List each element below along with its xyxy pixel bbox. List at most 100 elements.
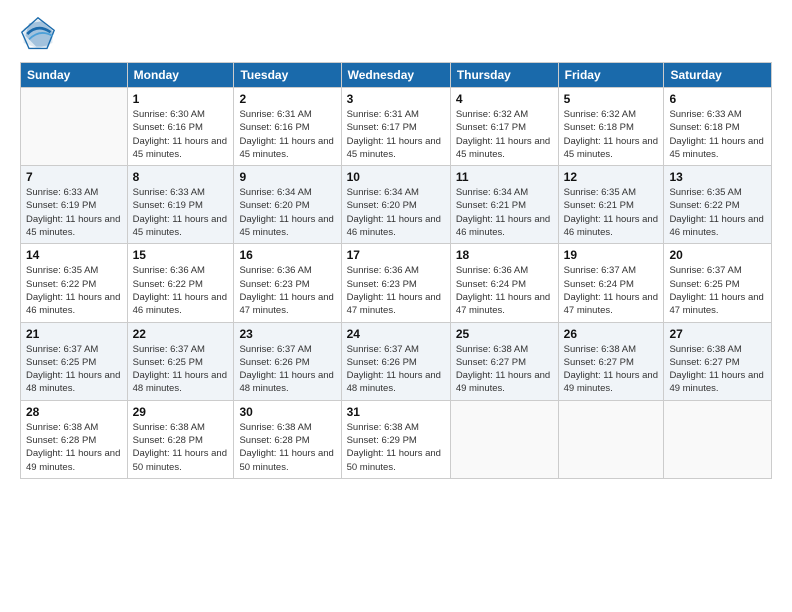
day-number: 14 xyxy=(26,248,122,262)
day-number: 18 xyxy=(456,248,553,262)
day-detail: Sunrise: 6:38 AMSunset: 6:27 PMDaylight:… xyxy=(564,343,659,396)
calendar-cell: 14 Sunrise: 6:35 AMSunset: 6:22 PMDaylig… xyxy=(21,244,128,322)
day-number: 7 xyxy=(26,170,122,184)
day-number: 30 xyxy=(239,405,335,419)
day-detail: Sunrise: 6:38 AMSunset: 6:28 PMDaylight:… xyxy=(239,421,335,474)
logo xyxy=(20,16,60,52)
calendar-cell: 23 Sunrise: 6:37 AMSunset: 6:26 PMDaylig… xyxy=(234,322,341,400)
day-number: 11 xyxy=(456,170,553,184)
day-detail: Sunrise: 6:33 AMSunset: 6:18 PMDaylight:… xyxy=(669,108,766,161)
day-number: 26 xyxy=(564,327,659,341)
day-number: 9 xyxy=(239,170,335,184)
calendar-week-row: 28 Sunrise: 6:38 AMSunset: 6:28 PMDaylig… xyxy=(21,400,772,478)
header xyxy=(20,16,772,52)
day-number: 31 xyxy=(347,405,445,419)
calendar-cell: 5 Sunrise: 6:32 AMSunset: 6:18 PMDayligh… xyxy=(558,88,664,166)
day-number: 29 xyxy=(133,405,229,419)
day-detail: Sunrise: 6:37 AMSunset: 6:25 PMDaylight:… xyxy=(669,264,766,317)
calendar-cell: 27 Sunrise: 6:38 AMSunset: 6:27 PMDaylig… xyxy=(664,322,772,400)
calendar-cell: 18 Sunrise: 6:36 AMSunset: 6:24 PMDaylig… xyxy=(450,244,558,322)
day-detail: Sunrise: 6:36 AMSunset: 6:23 PMDaylight:… xyxy=(347,264,445,317)
calendar-cell: 15 Sunrise: 6:36 AMSunset: 6:22 PMDaylig… xyxy=(127,244,234,322)
day-header-friday: Friday xyxy=(558,63,664,88)
calendar-cell: 3 Sunrise: 6:31 AMSunset: 6:17 PMDayligh… xyxy=(341,88,450,166)
calendar-cell xyxy=(450,400,558,478)
day-number: 19 xyxy=(564,248,659,262)
day-number: 27 xyxy=(669,327,766,341)
day-detail: Sunrise: 6:36 AMSunset: 6:24 PMDaylight:… xyxy=(456,264,553,317)
day-detail: Sunrise: 6:35 AMSunset: 6:22 PMDaylight:… xyxy=(669,186,766,239)
day-detail: Sunrise: 6:38 AMSunset: 6:28 PMDaylight:… xyxy=(26,421,122,474)
calendar-week-row: 7 Sunrise: 6:33 AMSunset: 6:19 PMDayligh… xyxy=(21,166,772,244)
calendar-cell xyxy=(21,88,128,166)
day-number: 12 xyxy=(564,170,659,184)
calendar-cell: 1 Sunrise: 6:30 AMSunset: 6:16 PMDayligh… xyxy=(127,88,234,166)
calendar-week-row: 1 Sunrise: 6:30 AMSunset: 6:16 PMDayligh… xyxy=(21,88,772,166)
calendar-cell: 9 Sunrise: 6:34 AMSunset: 6:20 PMDayligh… xyxy=(234,166,341,244)
day-number: 8 xyxy=(133,170,229,184)
calendar-cell: 25 Sunrise: 6:38 AMSunset: 6:27 PMDaylig… xyxy=(450,322,558,400)
day-number: 25 xyxy=(456,327,553,341)
day-number: 17 xyxy=(347,248,445,262)
day-detail: Sunrise: 6:34 AMSunset: 6:21 PMDaylight:… xyxy=(456,186,553,239)
calendar: SundayMondayTuesdayWednesdayThursdayFrid… xyxy=(20,62,772,479)
day-number: 5 xyxy=(564,92,659,106)
day-number: 2 xyxy=(239,92,335,106)
day-detail: Sunrise: 6:37 AMSunset: 6:26 PMDaylight:… xyxy=(239,343,335,396)
day-header-thursday: Thursday xyxy=(450,63,558,88)
calendar-cell: 26 Sunrise: 6:38 AMSunset: 6:27 PMDaylig… xyxy=(558,322,664,400)
day-detail: Sunrise: 6:31 AMSunset: 6:16 PMDaylight:… xyxy=(239,108,335,161)
day-header-monday: Monday xyxy=(127,63,234,88)
day-detail: Sunrise: 6:33 AMSunset: 6:19 PMDaylight:… xyxy=(26,186,122,239)
day-number: 6 xyxy=(669,92,766,106)
day-detail: Sunrise: 6:36 AMSunset: 6:23 PMDaylight:… xyxy=(239,264,335,317)
calendar-cell: 19 Sunrise: 6:37 AMSunset: 6:24 PMDaylig… xyxy=(558,244,664,322)
day-detail: Sunrise: 6:32 AMSunset: 6:18 PMDaylight:… xyxy=(564,108,659,161)
day-number: 20 xyxy=(669,248,766,262)
day-header-wednesday: Wednesday xyxy=(341,63,450,88)
calendar-cell xyxy=(558,400,664,478)
day-detail: Sunrise: 6:37 AMSunset: 6:25 PMDaylight:… xyxy=(26,343,122,396)
calendar-week-row: 14 Sunrise: 6:35 AMSunset: 6:22 PMDaylig… xyxy=(21,244,772,322)
calendar-cell: 17 Sunrise: 6:36 AMSunset: 6:23 PMDaylig… xyxy=(341,244,450,322)
logo-icon xyxy=(20,16,56,52)
calendar-cell: 12 Sunrise: 6:35 AMSunset: 6:21 PMDaylig… xyxy=(558,166,664,244)
calendar-week-row: 21 Sunrise: 6:37 AMSunset: 6:25 PMDaylig… xyxy=(21,322,772,400)
calendar-cell: 30 Sunrise: 6:38 AMSunset: 6:28 PMDaylig… xyxy=(234,400,341,478)
calendar-cell: 31 Sunrise: 6:38 AMSunset: 6:29 PMDaylig… xyxy=(341,400,450,478)
calendar-cell xyxy=(664,400,772,478)
day-header-sunday: Sunday xyxy=(21,63,128,88)
calendar-cell: 16 Sunrise: 6:36 AMSunset: 6:23 PMDaylig… xyxy=(234,244,341,322)
day-detail: Sunrise: 6:38 AMSunset: 6:28 PMDaylight:… xyxy=(133,421,229,474)
day-number: 10 xyxy=(347,170,445,184)
calendar-cell: 29 Sunrise: 6:38 AMSunset: 6:28 PMDaylig… xyxy=(127,400,234,478)
day-number: 13 xyxy=(669,170,766,184)
day-number: 16 xyxy=(239,248,335,262)
calendar-cell: 4 Sunrise: 6:32 AMSunset: 6:17 PMDayligh… xyxy=(450,88,558,166)
day-number: 1 xyxy=(133,92,229,106)
day-number: 28 xyxy=(26,405,122,419)
page: SundayMondayTuesdayWednesdayThursdayFrid… xyxy=(0,0,792,612)
day-detail: Sunrise: 6:37 AMSunset: 6:24 PMDaylight:… xyxy=(564,264,659,317)
day-header-tuesday: Tuesday xyxy=(234,63,341,88)
day-number: 23 xyxy=(239,327,335,341)
calendar-cell: 8 Sunrise: 6:33 AMSunset: 6:19 PMDayligh… xyxy=(127,166,234,244)
day-detail: Sunrise: 6:37 AMSunset: 6:26 PMDaylight:… xyxy=(347,343,445,396)
day-number: 15 xyxy=(133,248,229,262)
day-number: 24 xyxy=(347,327,445,341)
day-detail: Sunrise: 6:30 AMSunset: 6:16 PMDaylight:… xyxy=(133,108,229,161)
day-detail: Sunrise: 6:37 AMSunset: 6:25 PMDaylight:… xyxy=(133,343,229,396)
day-detail: Sunrise: 6:34 AMSunset: 6:20 PMDaylight:… xyxy=(347,186,445,239)
day-number: 22 xyxy=(133,327,229,341)
day-detail: Sunrise: 6:38 AMSunset: 6:27 PMDaylight:… xyxy=(456,343,553,396)
day-header-saturday: Saturday xyxy=(664,63,772,88)
calendar-cell: 10 Sunrise: 6:34 AMSunset: 6:20 PMDaylig… xyxy=(341,166,450,244)
calendar-cell: 20 Sunrise: 6:37 AMSunset: 6:25 PMDaylig… xyxy=(664,244,772,322)
calendar-cell: 11 Sunrise: 6:34 AMSunset: 6:21 PMDaylig… xyxy=(450,166,558,244)
calendar-cell: 2 Sunrise: 6:31 AMSunset: 6:16 PMDayligh… xyxy=(234,88,341,166)
calendar-cell: 28 Sunrise: 6:38 AMSunset: 6:28 PMDaylig… xyxy=(21,400,128,478)
day-detail: Sunrise: 6:35 AMSunset: 6:21 PMDaylight:… xyxy=(564,186,659,239)
calendar-header-row: SundayMondayTuesdayWednesdayThursdayFrid… xyxy=(21,63,772,88)
day-detail: Sunrise: 6:33 AMSunset: 6:19 PMDaylight:… xyxy=(133,186,229,239)
day-detail: Sunrise: 6:34 AMSunset: 6:20 PMDaylight:… xyxy=(239,186,335,239)
